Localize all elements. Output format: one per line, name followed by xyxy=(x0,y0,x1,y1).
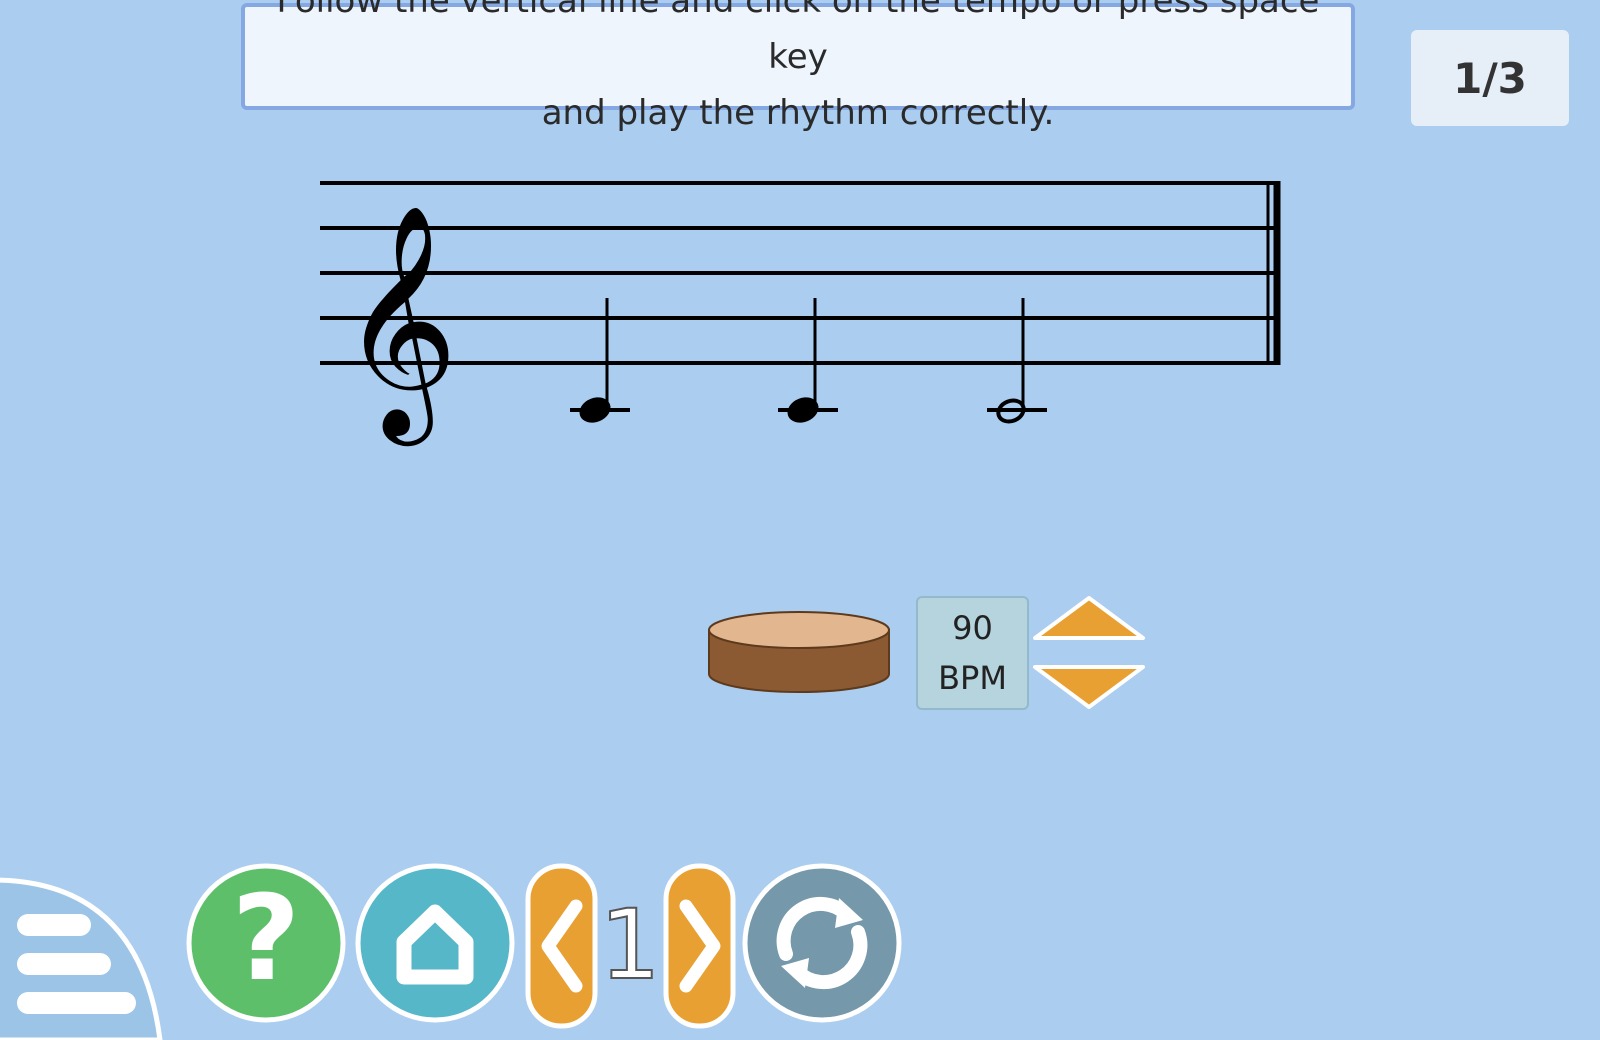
reload-button[interactable] xyxy=(741,862,903,1024)
next-button[interactable] xyxy=(662,862,737,1030)
tempo-display: 90 BPM xyxy=(916,596,1029,710)
staff-lines xyxy=(320,181,1280,365)
tempo-value: 90 xyxy=(952,609,993,647)
treble-clef-icon: 𝄞 xyxy=(340,203,458,446)
question-icon: ? xyxy=(232,869,300,1007)
previous-button[interactable] xyxy=(524,862,599,1030)
home-button[interactable] xyxy=(354,862,516,1024)
help-button[interactable]: ? xyxy=(185,862,347,1024)
drum-icon[interactable] xyxy=(706,608,892,698)
menu-button[interactable] xyxy=(0,877,165,1040)
arrow-down-icon[interactable] xyxy=(1031,664,1147,710)
arrow-up-icon[interactable] xyxy=(1031,595,1147,641)
music-staff: 𝄞 xyxy=(320,181,1281,446)
tempo-unit: BPM xyxy=(938,659,1007,697)
page-number: 1 xyxy=(598,889,661,1001)
